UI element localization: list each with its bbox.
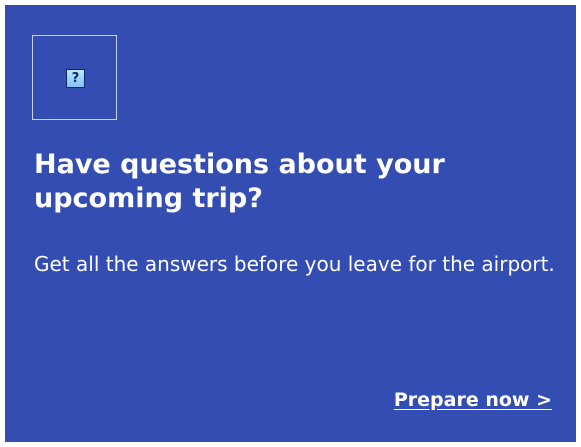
icon-frame: ? [32, 35, 117, 120]
help-icon-glyph: ? [71, 71, 80, 86]
help-question-icon: ? [66, 69, 85, 88]
prepare-now-link[interactable]: Prepare now > [394, 388, 552, 412]
card-description: Get all the answers before you leave for… [34, 252, 555, 276]
promo-card: ? Have questions about your upcoming tri… [5, 5, 576, 442]
card-title: Have questions about your upcoming trip? [34, 149, 445, 214]
